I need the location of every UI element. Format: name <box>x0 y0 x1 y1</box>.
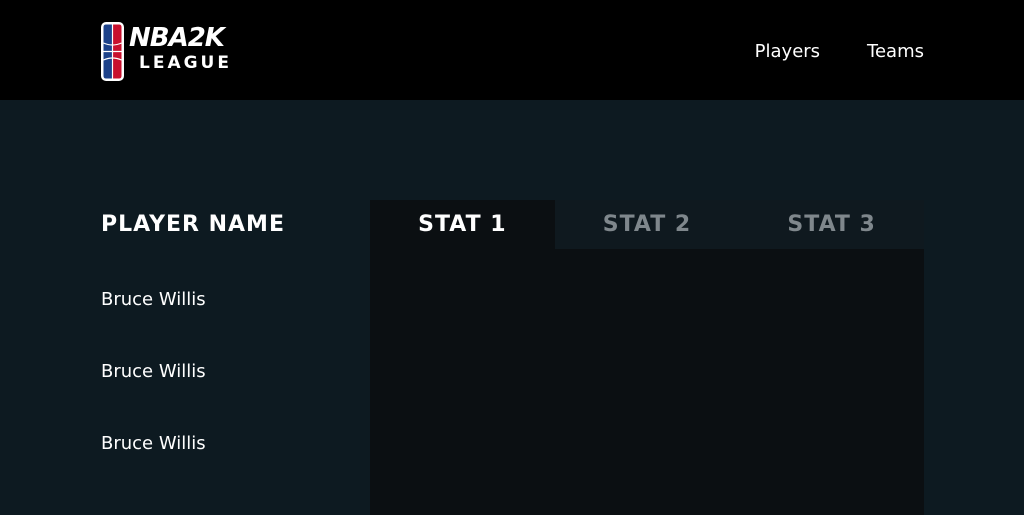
main-nav: Players Teams <box>755 40 924 64</box>
tab-stat-3[interactable]: STAT 3 <box>739 200 924 249</box>
stat-tabs: STAT 1 STAT 2 STAT 3 <box>370 200 924 249</box>
stats-panel: STAT 1 STAT 2 STAT 3 <box>370 200 924 515</box>
nav-link-teams[interactable]: Teams <box>867 40 924 64</box>
league-badge-icon <box>101 22 124 81</box>
stats-table-section: PLAYER NAME Bruce Willis Bruce Willis Br… <box>0 100 1024 515</box>
logo-wordmark-line1: NBA2K <box>129 23 225 53</box>
nba2k-league-logo[interactable]: NBA2K LEAGUE <box>100 21 242 83</box>
logo-wordmark-line2: LEAGUE <box>139 53 232 73</box>
player-row[interactable]: Bruce Willis <box>101 287 206 359</box>
player-list: Bruce Willis Bruce Willis Bruce Willis <box>101 287 206 503</box>
site-header: NBA2K LEAGUE Players Teams <box>0 0 1024 100</box>
player-row[interactable]: Bruce Willis <box>101 431 206 503</box>
player-row[interactable]: Bruce Willis <box>101 359 206 431</box>
tab-stat-1[interactable]: STAT 1 <box>370 200 555 249</box>
player-name-column-header: PLAYER NAME <box>101 212 285 237</box>
tab-stat-2[interactable]: STAT 2 <box>555 200 740 249</box>
nav-link-players[interactable]: Players <box>755 40 820 64</box>
logo-wordmark: NBA2K LEAGUE <box>129 23 232 73</box>
